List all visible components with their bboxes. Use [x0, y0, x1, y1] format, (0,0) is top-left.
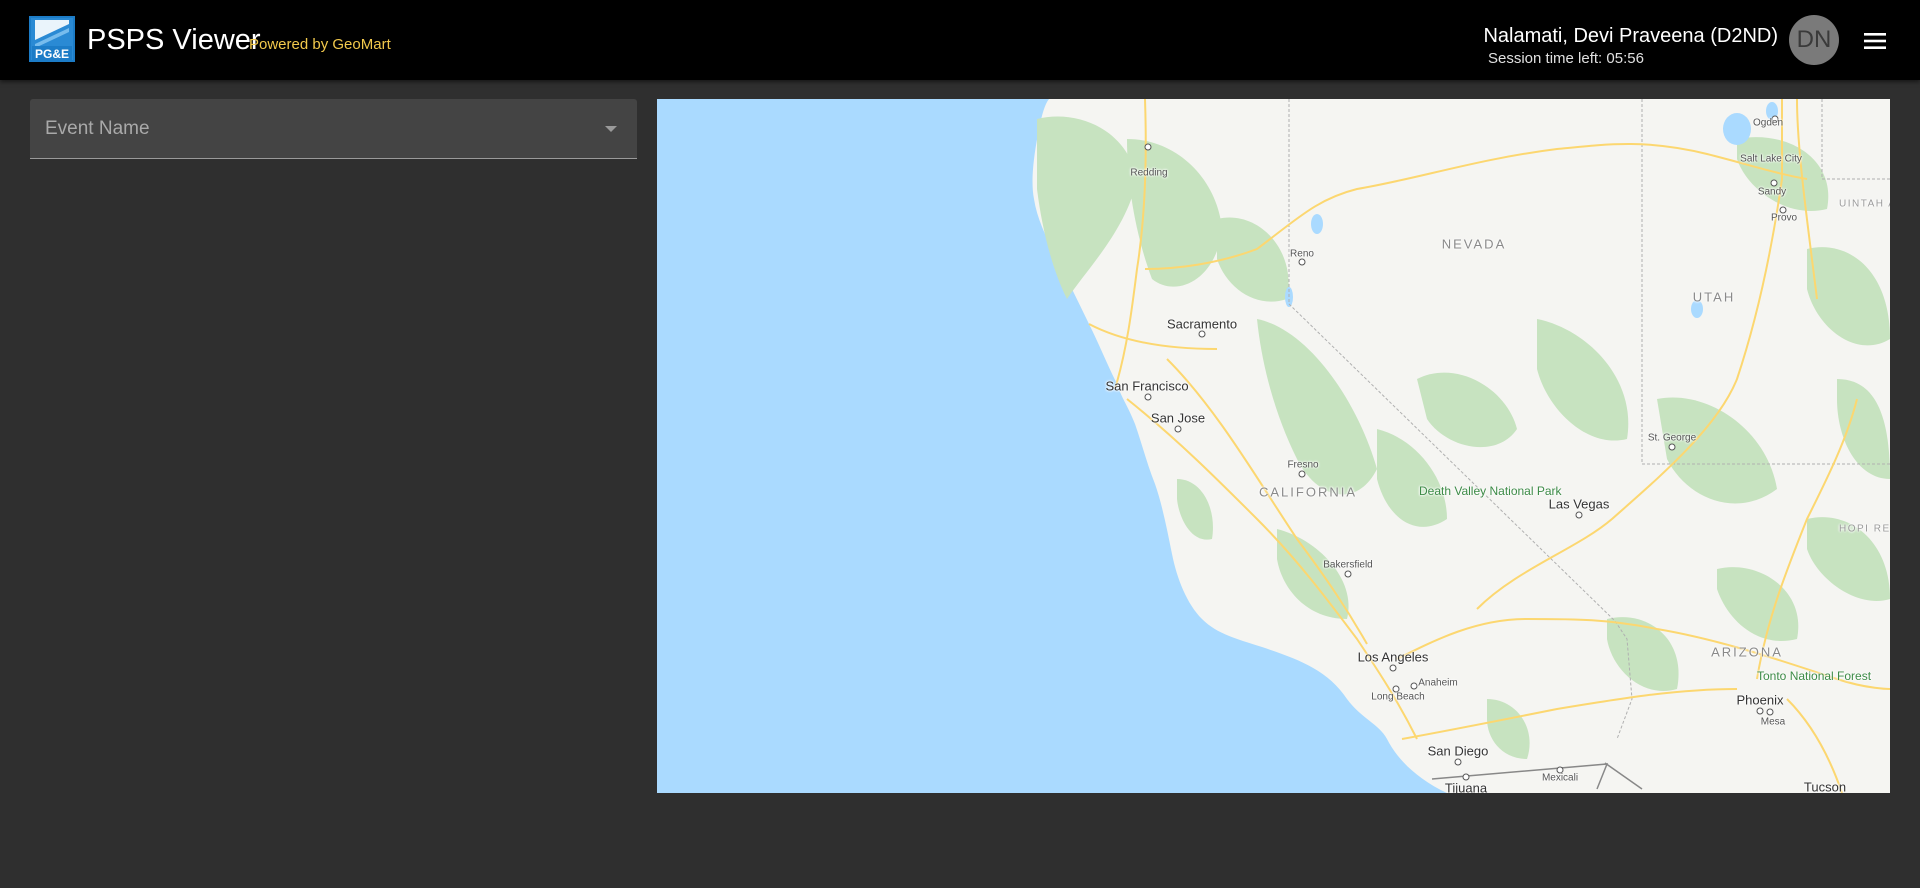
map-canvas[interactable]: [657, 99, 1890, 793]
powered-by-text: Powered by GeoMart: [249, 36, 391, 53]
city-dot: [1174, 425, 1182, 433]
city-dot: [1756, 707, 1764, 715]
city-dot: [1198, 330, 1206, 338]
app-title: PSPS Viewer: [87, 24, 261, 56]
session-timer: Session time left: 05:56: [1488, 50, 1644, 67]
map-view[interactable]: NEVADA UTAH CALIFORNIA ARIZONA UINTAH AN…: [657, 99, 1890, 793]
city-dot: [1556, 766, 1564, 774]
city-dot: [1454, 758, 1462, 766]
city-dot: [1779, 206, 1787, 214]
city-dot: [1389, 664, 1397, 672]
city-dot: [1298, 470, 1306, 478]
city-dot: [1392, 685, 1400, 693]
city-dot: [1668, 443, 1676, 451]
city-dot: [1462, 773, 1470, 781]
event-name-select[interactable]: Event Name: [30, 99, 637, 159]
app-header: PG&E PSPS Viewer Powered by GeoMart Nala…: [0, 0, 1920, 80]
city-dot: [1771, 115, 1779, 123]
caret-down-icon: [605, 126, 617, 132]
logo-text: PG&E: [35, 47, 69, 61]
event-name-label: Event Name: [45, 118, 150, 139]
city-dot: [1575, 511, 1583, 519]
city-dot: [1298, 258, 1306, 266]
city-dot: [1766, 708, 1774, 716]
city-dot: [1410, 682, 1418, 690]
pge-logo-icon: PG&E: [29, 16, 75, 62]
city-dot: [1144, 143, 1152, 151]
city-dot: [1344, 570, 1352, 578]
user-avatar[interactable]: DN: [1789, 15, 1839, 65]
city-dot: [1144, 393, 1152, 401]
city-dot: [1770, 179, 1778, 187]
hamburger-menu-icon[interactable]: [1860, 26, 1890, 56]
user-name: Nalamati, Devi Praveena (D2ND): [1483, 25, 1778, 47]
